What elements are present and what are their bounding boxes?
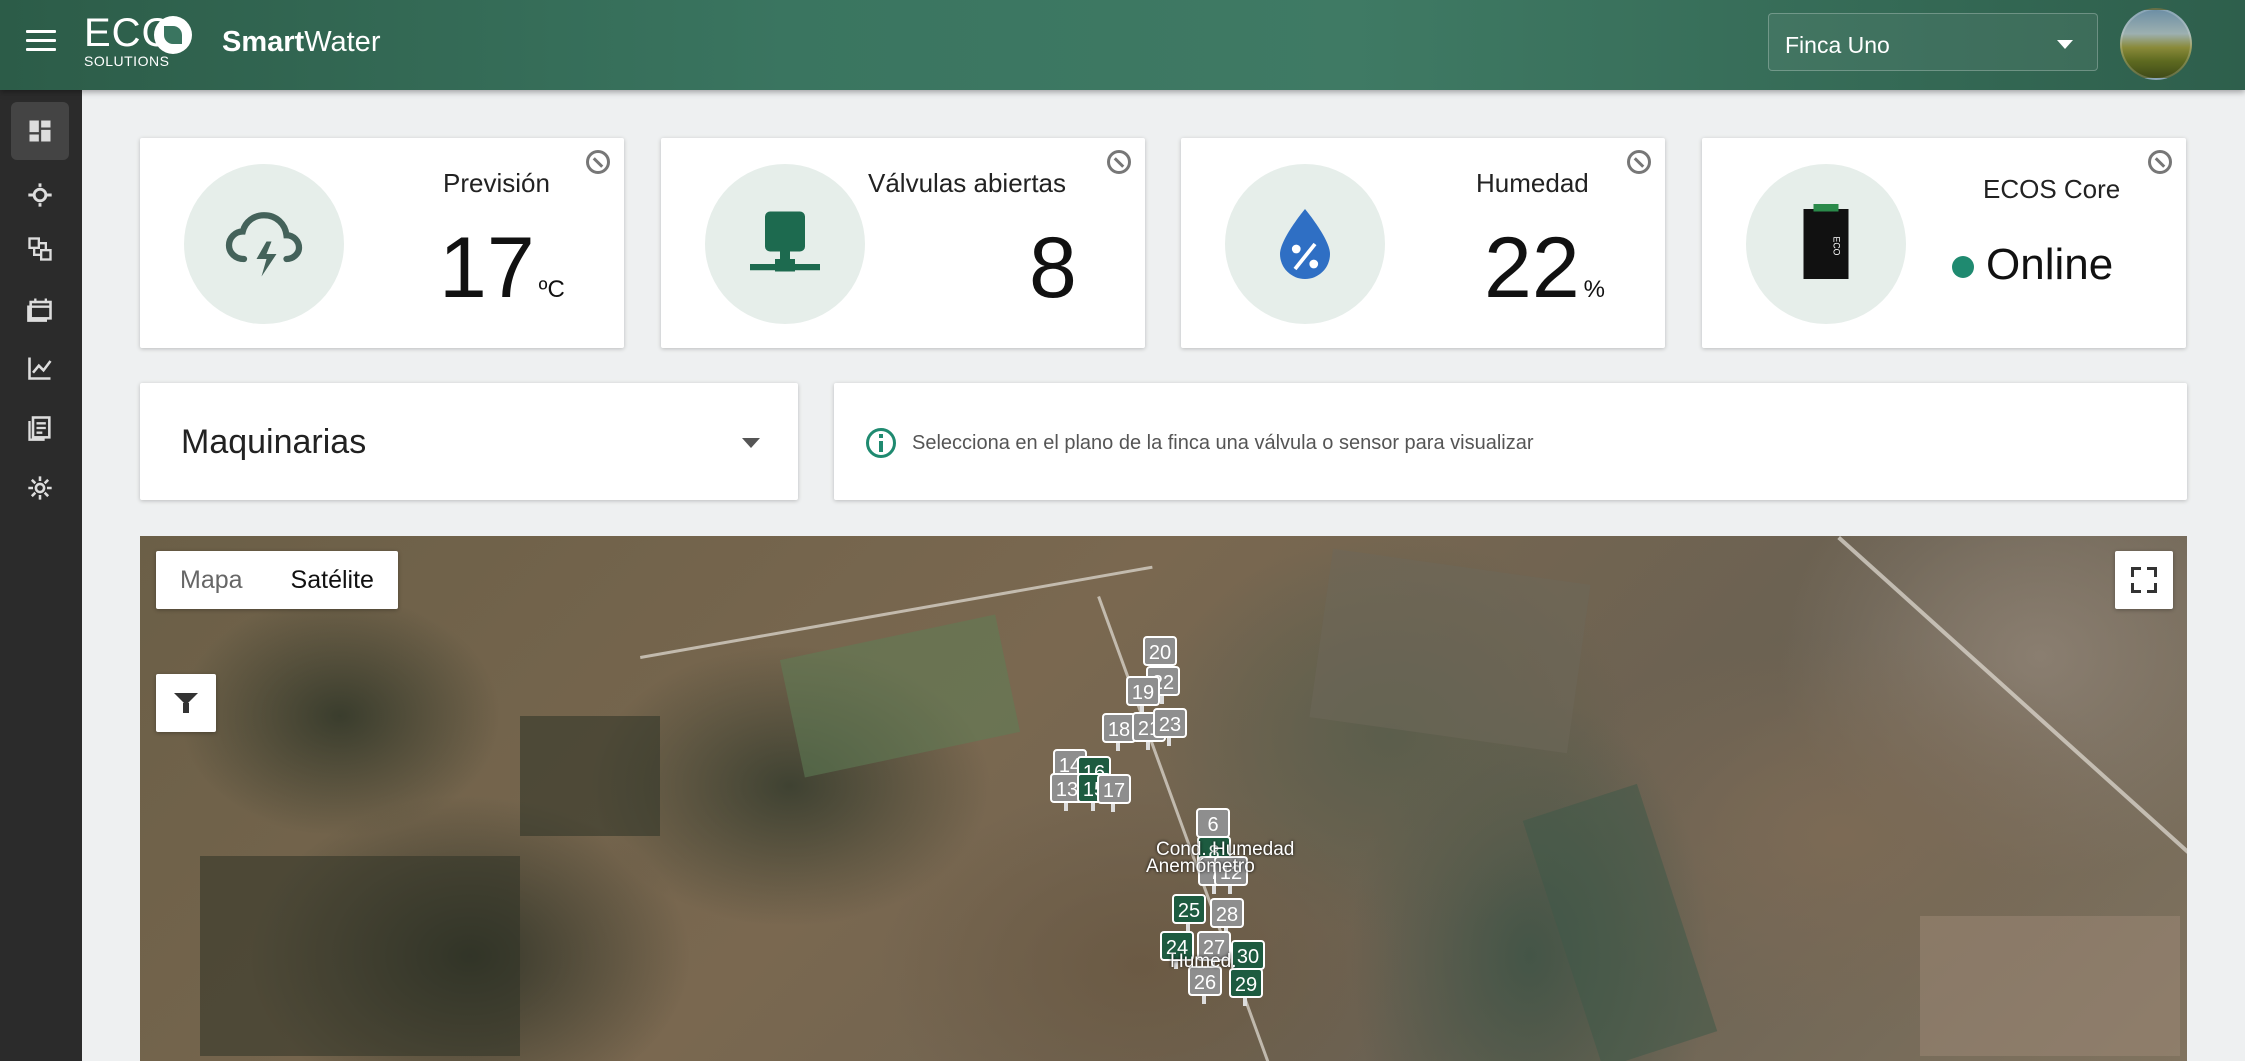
map-field bbox=[200, 856, 520, 1056]
water-drop-percent-icon bbox=[1280, 209, 1330, 279]
map-field bbox=[1920, 916, 2180, 1056]
avatar[interactable] bbox=[2120, 8, 2192, 80]
sidebar-item-settings[interactable] bbox=[11, 459, 69, 517]
calendar-icon bbox=[27, 298, 52, 322]
thunderstorm-icon bbox=[225, 212, 303, 277]
map-type-toggle: Mapa Satélite bbox=[156, 551, 398, 609]
kpi-forecast-title: Previsión bbox=[443, 168, 550, 198]
farm-map[interactable]: Mapa Satélite 20221918212314161315176871… bbox=[140, 536, 2187, 1061]
ecos-core-device-icon: ECO bbox=[1803, 204, 1849, 279]
logo-text-bottom: SOLUTIONS bbox=[84, 53, 170, 69]
map-field bbox=[1522, 783, 1718, 1061]
kpi-card-valves: Válvulas abiertas 8 bbox=[661, 138, 1145, 348]
app-title-bold: Smart bbox=[222, 26, 305, 58]
valve-marker[interactable]: 28 bbox=[1210, 898, 1244, 936]
chevron-down-icon bbox=[2057, 40, 2073, 49]
menu-icon[interactable] bbox=[26, 30, 56, 56]
eco-solutions-logo: ECO SOLUTIONS bbox=[84, 12, 194, 72]
sidebar bbox=[0, 90, 82, 1061]
forecast-icon-circle bbox=[184, 164, 344, 324]
app-title-rest: Water bbox=[304, 26, 381, 58]
kpi-card-core: ECO ECOS Core Online bbox=[1702, 138, 2186, 348]
valve-marker[interactable]: 18 bbox=[1102, 713, 1136, 751]
map-field bbox=[520, 716, 660, 836]
settings-icon bbox=[28, 476, 52, 500]
leaf-icon bbox=[154, 16, 192, 54]
map-type-map-button[interactable]: Mapa bbox=[156, 551, 267, 609]
kpi-forecast-value: 17 ºC bbox=[439, 218, 565, 340]
fullscreen-icon[interactable] bbox=[2115, 551, 2173, 609]
kpi-core-status-text: Online bbox=[1986, 240, 2114, 289]
kpi-humidity-value: 22% bbox=[1484, 218, 1605, 340]
machinery-select-label: Maquinarias bbox=[181, 423, 367, 461]
sidebar-item-calendar[interactable] bbox=[11, 280, 69, 338]
dashboard-icon bbox=[29, 120, 51, 142]
map-field bbox=[779, 614, 1021, 778]
sidebar-item-charts[interactable] bbox=[11, 339, 69, 397]
valves-info-icon[interactable] bbox=[1107, 150, 1131, 174]
valve-marker[interactable]: 23 bbox=[1153, 708, 1187, 746]
valve-marker[interactable]: 19 bbox=[1126, 676, 1160, 714]
core-icon-circle: ECO bbox=[1746, 164, 1906, 324]
kpi-card-humidity: Humedad 22% bbox=[1181, 138, 1665, 348]
info-icon bbox=[866, 428, 896, 458]
kpi-valves-value: 8 bbox=[1029, 220, 1077, 316]
map-label-humidity[interactable]: Humed. bbox=[1170, 951, 1237, 973]
report-icon bbox=[28, 416, 51, 441]
kpi-humidity-unit: % bbox=[1583, 276, 1606, 303]
kpi-card-forecast: Previsión 17 ºC bbox=[140, 138, 624, 348]
sidebar-item-sensors[interactable] bbox=[11, 166, 69, 224]
kpi-core-title: ECOS Core bbox=[1983, 174, 2121, 204]
valve-marker[interactable]: 6 bbox=[1196, 808, 1230, 846]
filter-icon[interactable] bbox=[156, 674, 216, 732]
map-label-anemometer[interactable]: Anemómetro bbox=[1146, 856, 1255, 878]
info-message: Selecciona en el plano de la finca una v… bbox=[912, 432, 1534, 454]
kpi-humidity-title: Humedad bbox=[1476, 168, 1589, 198]
forecast-info-icon[interactable] bbox=[586, 150, 610, 174]
humidity-icon-circle bbox=[1225, 164, 1385, 324]
kpi-forecast-number: 17 bbox=[439, 220, 535, 316]
valve-marker[interactable]: 17 bbox=[1097, 774, 1131, 812]
machinery-select[interactable]: Maquinarias bbox=[140, 383, 798, 500]
status-online-dot bbox=[1952, 256, 1974, 279]
valve-marker[interactable]: 20 bbox=[1143, 636, 1177, 674]
kpi-valves-title: Válvulas abiertas bbox=[868, 168, 1066, 198]
core-info-icon[interactable] bbox=[2148, 150, 2172, 174]
svg-text:ECO: ECO bbox=[1832, 237, 1842, 256]
valve-device-icon bbox=[750, 211, 820, 272]
valves-icon-circle bbox=[705, 164, 865, 324]
farm-select[interactable]: Finca Uno bbox=[1768, 13, 2098, 71]
sidebar-item-valves[interactable] bbox=[11, 220, 69, 278]
sidebar-item-reports[interactable] bbox=[11, 399, 69, 457]
map-field bbox=[1309, 548, 1591, 754]
valve-marker[interactable]: 25 bbox=[1172, 894, 1206, 932]
farm-select-value: Finca Uno bbox=[1785, 32, 1890, 58]
valves-icon bbox=[28, 237, 52, 261]
kpi-humidity-number: 22 bbox=[1484, 220, 1580, 316]
kpi-forecast-unit: ºC bbox=[538, 276, 565, 303]
top-app-bar: ECO SOLUTIONS SmartWater Finca Uno bbox=[0, 0, 2245, 90]
map-type-satellite-button[interactable]: Satélite bbox=[267, 551, 398, 609]
info-panel: Selecciona en el plano de la finca una v… bbox=[834, 383, 2187, 500]
chevron-down-icon bbox=[742, 438, 760, 448]
sensor-icon bbox=[28, 183, 52, 207]
chart-icon bbox=[28, 357, 52, 380]
humidity-info-icon[interactable] bbox=[1627, 150, 1651, 174]
app-title: SmartWater bbox=[222, 26, 380, 59]
kpi-core-status: Online bbox=[1952, 240, 2113, 290]
sidebar-item-dashboard[interactable] bbox=[11, 102, 69, 160]
